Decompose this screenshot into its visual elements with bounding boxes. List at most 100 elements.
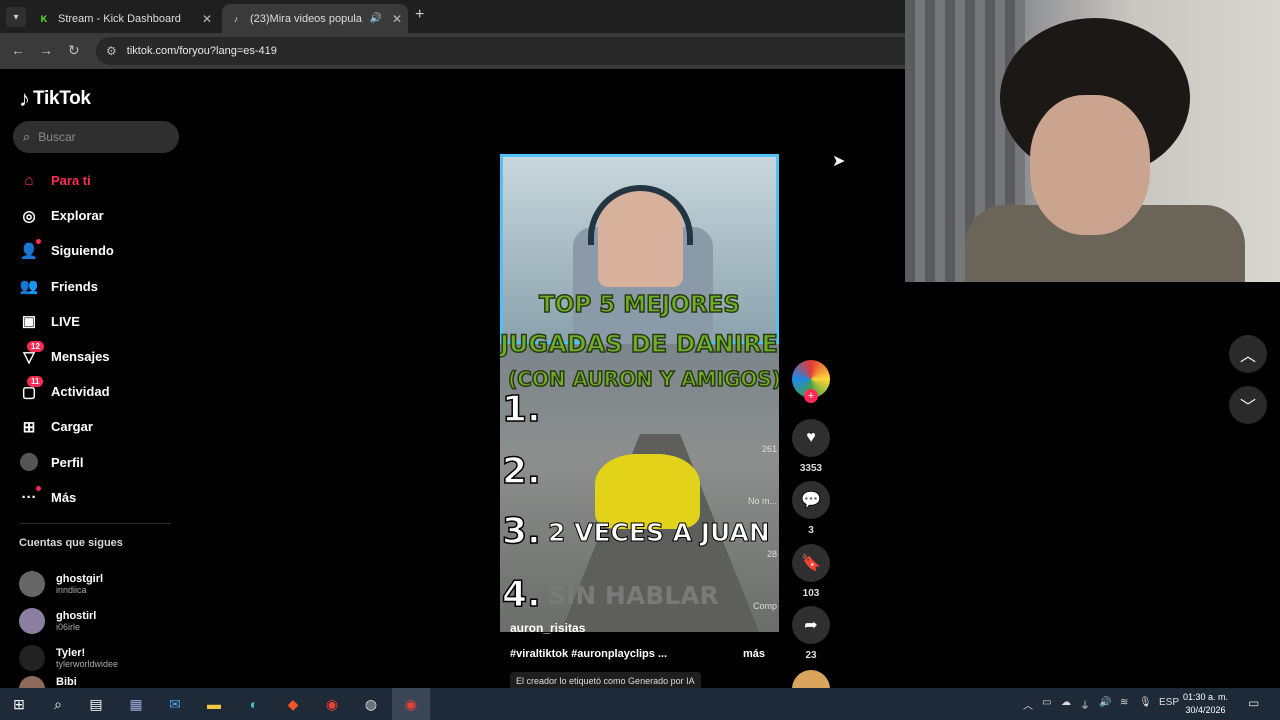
sidebar-item-label: Cargar [51, 419, 93, 435]
tiktok-logo[interactable]: ♪ TikTok [19, 86, 91, 112]
sidebar-item-cargar[interactable]: ⊞ Cargar [19, 409, 179, 444]
tray-chevron-icon[interactable]: ︿ [1023, 697, 1033, 712]
clock-date: 30/4/2026 [1185, 705, 1226, 715]
close-tab-icon[interactable]: ✕ [202, 12, 212, 26]
following-icon: 👤 [19, 242, 39, 260]
store-icon[interactable]: ▦ [126, 694, 146, 714]
following-username: inndiica [56, 584, 87, 595]
video-author[interactable]: auron_risitas [510, 621, 585, 635]
sidebar-item-mensajes[interactable]: ▽ 12 Mensajes [19, 339, 179, 374]
task-view-icon[interactable]: ▤ [86, 694, 106, 714]
following-item[interactable]: Tyler! tylerworldwidee [19, 639, 118, 676]
reload-icon[interactable]: ↻ [68, 42, 80, 59]
follow-plus-icon[interactable]: + [804, 389, 818, 403]
forward-icon[interactable]: → [39, 42, 53, 58]
sidebar-nav: ⌂ Para ti ◎ Explorar 👤 Siguiendo 👥 Frien… [19, 163, 179, 515]
sidebar-item-perfil[interactable]: Perfil [19, 445, 179, 480]
sidebar-item-label: Más [51, 489, 77, 505]
like-count: 3353 [799, 463, 823, 474]
obs-icon[interactable]: ◍ [361, 694, 381, 714]
site-info-icon[interactable]: ⚙ [106, 44, 117, 58]
brave-icon[interactable]: ◆ [283, 694, 303, 714]
following-name: ghostgirl [56, 572, 104, 585]
file-explorer-icon[interactable]: ▬ [204, 694, 224, 714]
list-number: 4. [501, 573, 541, 616]
volume-icon[interactable]: 🔊 [1099, 697, 1111, 708]
search-input[interactable]: ⌕ Buscar [13, 121, 179, 153]
headset [588, 185, 693, 245]
webcam-overlay [905, 0, 1280, 282]
edge-icon[interactable]: ◐ [244, 694, 264, 714]
like-button[interactable]: ♥ [792, 419, 830, 457]
tab-search-button[interactable]: ▾ [6, 7, 26, 27]
new-tab-button[interactable]: + [415, 6, 424, 24]
home-icon: ⌂ [24, 172, 34, 190]
language-indicator[interactable]: ESP [1159, 697, 1179, 708]
wifi-icon[interactable]: ≋ [1120, 697, 1128, 708]
person-face [1030, 95, 1150, 235]
sidebar-item-mas[interactable]: ··· Más [19, 480, 179, 515]
search-icon[interactable]: ⌕ [48, 694, 68, 714]
sidebar-item-live[interactable]: ▣ LIVE [19, 304, 179, 339]
microphone-icon[interactable]: 🎙 [1139, 697, 1152, 708]
messages-badge: 12 [27, 340, 44, 352]
avatar [19, 607, 45, 634]
list-caption: 2 VECES A JUAN [548, 518, 771, 548]
more-link[interactable]: más [743, 648, 765, 660]
avatar [19, 644, 45, 671]
share-count: 23 [805, 650, 817, 661]
notifications-icon[interactable]: ▭ [1248, 696, 1259, 710]
list-number: 3. [501, 510, 541, 553]
taskbar: ⊞ ⌕ ▤ ▦ ✉ ▬ ◐ ◆ ◉ ◍ ◉ ︿ ▭ ☁ ⏚ 🔊 ≋ 🎙 ESP … [0, 688, 1280, 720]
screen: ▾ K Stream - Kick Dashboard ✕ ♪ (23)Mira… [0, 0, 1280, 720]
following-name: Tyler! [56, 646, 86, 659]
sidebar-item-friends[interactable]: 👥 Friends [19, 269, 179, 304]
following-header: Cuentas que sigues [19, 537, 123, 549]
save-button[interactable]: 🔖 [792, 544, 830, 582]
share-icon: ➦ [804, 617, 818, 634]
windows-start-icon[interactable]: ⊞ [9, 694, 29, 714]
speaker-icon[interactable]: 🔊 [370, 13, 382, 24]
video-player[interactable]: TOP 5 MEJORES JUGADAS DE DANIREF (CON AU… [500, 154, 779, 632]
sidebar-item-siguiendo[interactable]: 👤 Siguiendo [19, 233, 179, 268]
outlook-icon[interactable]: ✉ [165, 694, 185, 714]
following-name: ghostirl [56, 609, 97, 622]
clock-time: 01:30 a. m. [1183, 692, 1229, 702]
following-item[interactable]: ghostirl i06irle [19, 602, 118, 639]
following-list: ghostgirl inndiica ghostirl i06irle Tyler!… [19, 565, 118, 696]
chrome-active-icon[interactable]: ◉ [401, 694, 421, 714]
address-bar[interactable]: ⚙ tiktok.com/foryou?lang=es-419 [96, 37, 905, 65]
search-placeholder: Buscar [38, 130, 76, 144]
list-caption: SIN HABLAR [548, 581, 719, 610]
comment-button[interactable]: 💬 [792, 481, 830, 519]
following-name: Bibi [56, 676, 77, 688]
following-item[interactable]: ghostgirl inndiica [19, 565, 118, 602]
friends-icon: 👥 [19, 278, 39, 296]
browser-toolbar: ← → ↻ ⚙ tiktok.com/foryou?lang=es-419 [0, 33, 905, 69]
live-icon: ▣ [21, 313, 37, 331]
tiktok-note-icon: ♪ [19, 86, 30, 111]
notification-dot [36, 485, 41, 491]
avatar [19, 570, 45, 597]
sidebar-item-explorar[interactable]: ◎ Explorar [19, 198, 179, 233]
comment-count: 3 [808, 525, 814, 536]
sidebar-item-actividad[interactable]: ▢ 11 Actividad [19, 374, 179, 409]
sidebar-item-para-ti[interactable]: ⌂ Para ti [19, 163, 179, 198]
tray-onedrive-icon[interactable]: ☁ [1061, 697, 1071, 708]
upload-icon: ⊞ [22, 418, 36, 436]
close-tab-icon[interactable]: ✕ [392, 12, 402, 26]
tray-battery-icon[interactable]: ▭ [1042, 697, 1051, 708]
tray-usb-icon[interactable]: ⏚ [1080, 697, 1090, 712]
back-icon[interactable]: ← [11, 42, 25, 58]
clock[interactable]: 01:30 a. m. 30/4/2026 [1183, 691, 1228, 717]
heart-icon: ♥ [806, 429, 816, 446]
save-count: 103 [802, 588, 820, 599]
tab-kick-dashboard[interactable]: K Stream - Kick Dashboard ✕ [30, 4, 218, 33]
share-button[interactable]: ➦ [792, 606, 830, 644]
sidebar-item-label: Actividad [51, 384, 110, 400]
previous-video-button[interactable]: ︿ [1229, 335, 1267, 373]
chrome-icon[interactable]: ◉ [322, 694, 342, 714]
tab-tiktok[interactable]: ♪ (23)Mira videos populares 🔊 ✕ [222, 4, 408, 33]
chevron-down-icon: ▾ [13, 11, 19, 23]
next-video-button[interactable]: ﹀ [1229, 386, 1267, 424]
